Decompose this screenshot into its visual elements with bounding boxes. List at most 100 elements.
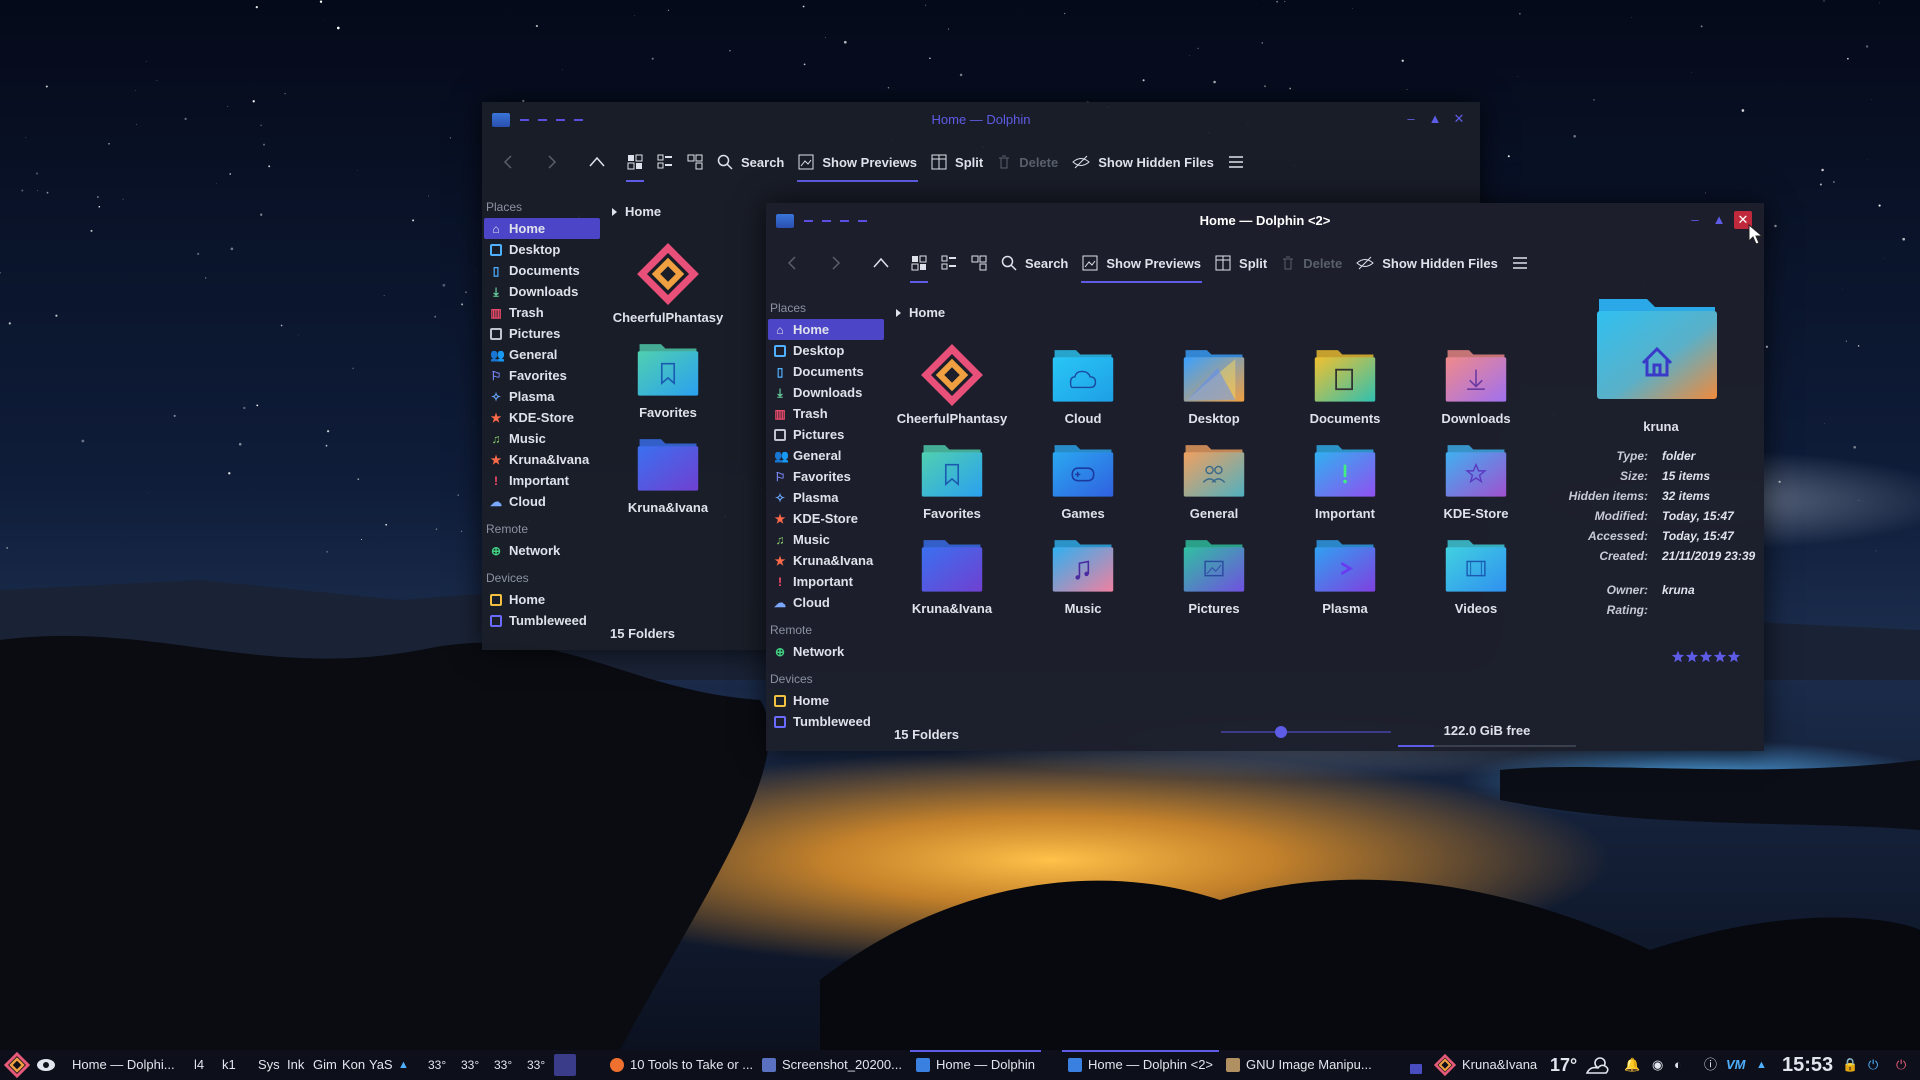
place-general[interactable]: 👥 General — [484, 344, 600, 365]
pager-desktop-2[interactable]: k1 — [222, 1050, 236, 1080]
folder-item-games[interactable]: Games — [1023, 438, 1143, 521]
place-plasma[interactable]: ✧ Plasma — [768, 487, 884, 508]
folder-item-videos[interactable]: Videos — [1416, 533, 1536, 616]
split-button[interactable]: Split — [1208, 243, 1274, 283]
star-icon[interactable] — [1671, 650, 1685, 663]
place-documents[interactable]: ▯ Documents — [484, 260, 600, 281]
device-tumbleweed[interactable]: Tumbleweed — [768, 711, 884, 732]
show-previews-button[interactable]: Show Previews — [1075, 243, 1208, 283]
folder-item-kruna-ivana[interactable]: Kruna&Ivana — [892, 533, 1012, 616]
place-cloud[interactable]: ☁ Cloud — [768, 592, 884, 613]
remote-network[interactable]: ⊕ Network — [768, 641, 884, 662]
place-kde-store[interactable]: ★ KDE-Store — [484, 407, 600, 428]
power-icon[interactable]: ⏻ — [1868, 1050, 1878, 1080]
compact-view-button[interactable] — [934, 243, 964, 283]
back-button[interactable] — [778, 243, 806, 283]
place-music[interactable]: ♫ Music — [484, 428, 600, 449]
user-switcher[interactable]: Kruna&Ivana — [1428, 1050, 1543, 1080]
folder-item-plasma[interactable]: Plasma — [1285, 533, 1405, 616]
split-button[interactable]: Split — [924, 142, 990, 182]
folder-item-downloads[interactable]: Downloads — [1416, 343, 1536, 426]
star-icon[interactable] — [1685, 650, 1699, 663]
folder-item-documents[interactable]: Documents — [1285, 343, 1405, 426]
place-desktop[interactable]: Desktop — [484, 239, 600, 260]
details-view-button[interactable] — [964, 243, 994, 283]
place-favorites[interactable]: ⚐ Favorites — [484, 365, 600, 386]
update-icon[interactable]: ⓘ — [1704, 1050, 1717, 1080]
show-hidden-files-button[interactable]: Show Hidden Files — [1065, 142, 1221, 182]
star-icon[interactable] — [1713, 650, 1727, 663]
breadcrumb[interactable]: Home — [896, 305, 945, 320]
show-hidden-files-button[interactable]: Show Hidden Files — [1349, 243, 1505, 283]
notifications-icon[interactable]: 🔔 — [1624, 1050, 1640, 1080]
device-home[interactable]: Home — [768, 690, 884, 711]
place-kde-store[interactable]: ★ KDE-Store — [768, 508, 884, 529]
quick-launch-ink[interactable]: Ink — [287, 1050, 304, 1080]
device-home[interactable]: Home — [484, 589, 600, 610]
place-downloads[interactable]: ⤓ Downloads — [768, 382, 884, 403]
folder-item-cheerfulphantasy[interactable]: CheerfulPhantasy — [892, 343, 1012, 426]
rating-stars[interactable] — [1671, 650, 1743, 664]
folder-item-music[interactable]: Music — [1023, 533, 1143, 616]
quick-launch-kon[interactable]: Kon — [342, 1050, 365, 1080]
hamburger-menu-button[interactable] — [1221, 142, 1251, 182]
folder-item-important[interactable]: Important — [1285, 438, 1405, 521]
title-bar[interactable]: Home — Dolphin <2> – ▲ ✕ — [766, 203, 1764, 239]
device-tumbleweed[interactable]: Tumbleweed — [484, 610, 600, 631]
zoom-slider-handle[interactable] — [1274, 726, 1287, 738]
delete-button[interactable]: Delete — [1274, 243, 1349, 283]
place-trash[interactable]: ▥ Trash — [484, 302, 600, 323]
place-downloads[interactable]: ⤓ Downloads — [484, 281, 600, 302]
clipboard-icon[interactable]: ◉ — [1652, 1050, 1663, 1080]
place-cloud[interactable]: ☁ Cloud — [484, 491, 600, 512]
place-plasma[interactable]: ✧ Plasma — [484, 386, 600, 407]
breadcrumb-home[interactable]: Home — [909, 305, 945, 320]
folder-item-favorites[interactable]: Favorites — [892, 438, 1012, 521]
place-important[interactable]: ! Important — [768, 571, 884, 592]
place-home[interactable]: ⌂ Home — [768, 319, 884, 340]
task-home-dolphin-left[interactable]: Home — Dolphi... — [66, 1050, 181, 1080]
task-5[interactable]: GNU Image Manipu... — [1220, 1050, 1378, 1080]
delete-button[interactable]: Delete — [990, 142, 1065, 182]
place-pictures[interactable]: Pictures — [484, 323, 600, 344]
place-documents[interactable]: ▯ Documents — [768, 361, 884, 382]
activities-button[interactable] — [36, 1050, 56, 1080]
hamburger-menu-button[interactable] — [1505, 243, 1535, 283]
folder-item-cloud[interactable]: Cloud — [1023, 343, 1143, 426]
desktop-preview-icon[interactable] — [554, 1054, 576, 1076]
task-4[interactable]: Home — Dolphin <2> — [1062, 1050, 1220, 1080]
weather-temperature[interactable]: 17° — [1550, 1050, 1577, 1080]
compact-view-button[interactable] — [650, 142, 680, 182]
maximize-button[interactable]: ▲ — [1426, 110, 1444, 128]
network-vpn-icon[interactable]: VM — [1726, 1050, 1746, 1080]
quick-launch-sys[interactable]: Sys — [258, 1050, 280, 1080]
back-button[interactable] — [494, 142, 522, 182]
zoom-slider[interactable] — [1221, 725, 1391, 739]
place-favorites[interactable]: ⚐ Favorites — [768, 466, 884, 487]
minimize-button[interactable]: – — [1686, 211, 1704, 229]
place-home[interactable]: ⌂ Home — [484, 218, 600, 239]
application-launcher-button[interactable] — [3, 1050, 31, 1080]
up-button[interactable] — [582, 142, 612, 182]
place-general[interactable]: 👥 General — [768, 445, 884, 466]
place-kruna-ivana[interactable]: ★ Kruna&Ivana — [484, 449, 600, 470]
weather-icon[interactable] — [1584, 1050, 1612, 1080]
pager-desktop-1[interactable]: l4 — [194, 1050, 204, 1080]
free-space-indicator[interactable]: 122.0 GiB free — [1398, 719, 1576, 747]
task-2[interactable]: Screenshot_20200... — [756, 1050, 908, 1080]
task-1[interactable]: 10 Tools to Take or ... — [604, 1050, 759, 1080]
icons-view-button[interactable] — [620, 142, 650, 182]
place-important[interactable]: ! Important — [484, 470, 600, 491]
close-button[interactable]: ✕ — [1450, 110, 1468, 128]
title-bar[interactable]: Home — Dolphin – ▲ ✕ — [482, 102, 1480, 138]
folder-item-pictures[interactable]: Pictures — [1154, 533, 1274, 616]
folder-item-favorites[interactable]: Favorites — [608, 337, 728, 420]
search-button[interactable]: Search — [994, 243, 1075, 283]
forward-button[interactable] — [538, 142, 566, 182]
star-icon[interactable] — [1727, 650, 1741, 663]
vault-icon[interactable]: ◐ — [1674, 1050, 1682, 1080]
breadcrumb-home[interactable]: Home — [625, 204, 661, 219]
breadcrumb[interactable]: Home — [612, 204, 661, 219]
star-icon[interactable] — [1699, 650, 1713, 663]
icons-view-button[interactable] — [904, 243, 934, 283]
